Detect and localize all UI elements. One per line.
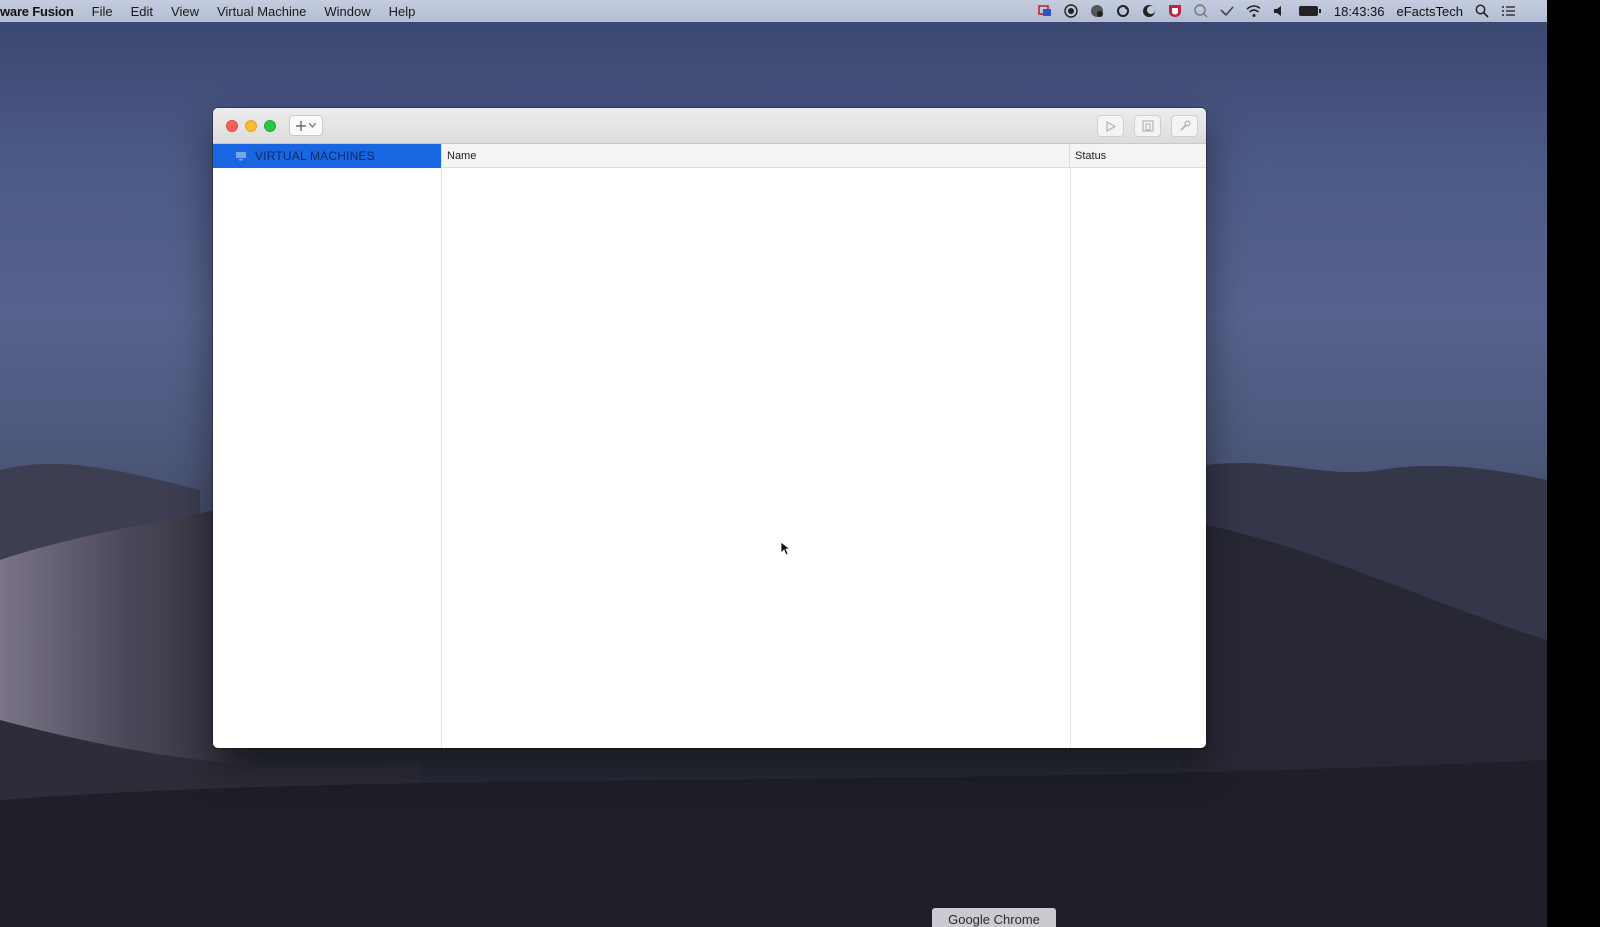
column-header-status[interactable]: Status — [1070, 144, 1206, 167]
menu-user-name[interactable]: eFactsTech — [1397, 4, 1463, 19]
settings-button[interactable] — [1171, 115, 1198, 137]
desktop-background: ware Fusion File Edit View Virtual Machi… — [0, 0, 1547, 927]
play-icon — [1105, 120, 1116, 132]
spotlight-search-icon[interactable] — [1475, 4, 1489, 18]
wrench-icon — [1179, 120, 1191, 131]
sync-icon[interactable] — [1116, 4, 1130, 18]
app-menu[interactable]: ware Fusion — [0, 4, 74, 19]
menu-view[interactable]: View — [171, 4, 199, 19]
shield-icon[interactable] — [1168, 4, 1182, 18]
sidebar-item-virtual-machines[interactable]: VIRTUAL MACHINES — [213, 144, 441, 168]
menu-file[interactable]: File — [92, 4, 113, 19]
menu-edit[interactable]: Edit — [131, 4, 153, 19]
column-header-name[interactable]: Name — [442, 144, 1070, 167]
menu-clock[interactable]: 18:43:36 — [1334, 4, 1385, 19]
record-icon[interactable] — [1064, 4, 1078, 18]
table-header: Name Status — [442, 144, 1206, 168]
add-vm-button[interactable] — [289, 115, 323, 136]
menu-bar: ware Fusion File Edit View Virtual Machi… — [0, 0, 1547, 22]
start-vm-button[interactable] — [1097, 115, 1124, 137]
mouse-pointer-icon — [780, 541, 790, 556]
sidebar-item-label: VIRTUAL MACHINES — [255, 149, 375, 163]
chevron-down-icon — [309, 123, 316, 128]
screen-edge — [1547, 0, 1600, 927]
screen-share-icon[interactable] — [1038, 4, 1052, 18]
battery-icon[interactable] — [1298, 4, 1322, 18]
menu-window[interactable]: Window — [324, 4, 370, 19]
dock-tooltip: Google Chrome — [932, 908, 1056, 927]
wifi-icon[interactable] — [1246, 4, 1260, 18]
window-content: VIRTUAL MACHINES Name Status — [213, 144, 1206, 748]
status-menus: 18:43:36 eFactsTech — [1038, 0, 1515, 22]
snapshots-button[interactable] — [1134, 115, 1161, 137]
library-sidebar: VIRTUAL MACHINES — [213, 144, 442, 748]
moon-icon[interactable] — [1142, 4, 1156, 18]
computer-icon — [236, 152, 246, 161]
snapshot-icon — [1141, 120, 1154, 132]
column-divider — [1070, 168, 1071, 748]
check-icon[interactable] — [1220, 4, 1234, 18]
volume-icon[interactable] — [1272, 4, 1286, 18]
toolbar-actions — [1097, 115, 1198, 137]
menu-virtual-machine[interactable]: Virtual Machine — [217, 4, 306, 19]
virtual-machine-library-window: VIRTUAL MACHINES Name Status — [213, 108, 1206, 748]
notification-center-icon[interactable] — [1501, 4, 1515, 18]
plus-icon — [296, 120, 306, 131]
window-titlebar[interactable] — [213, 108, 1206, 144]
magnifier-app-icon[interactable] — [1194, 4, 1208, 18]
zoom-window-button[interactable] — [264, 120, 276, 132]
globe-icon[interactable] — [1090, 4, 1104, 18]
close-window-button[interactable] — [226, 120, 238, 132]
vm-list: Name Status — [442, 144, 1206, 748]
menu-help[interactable]: Help — [389, 4, 416, 19]
minimize-window-button[interactable] — [245, 120, 257, 132]
